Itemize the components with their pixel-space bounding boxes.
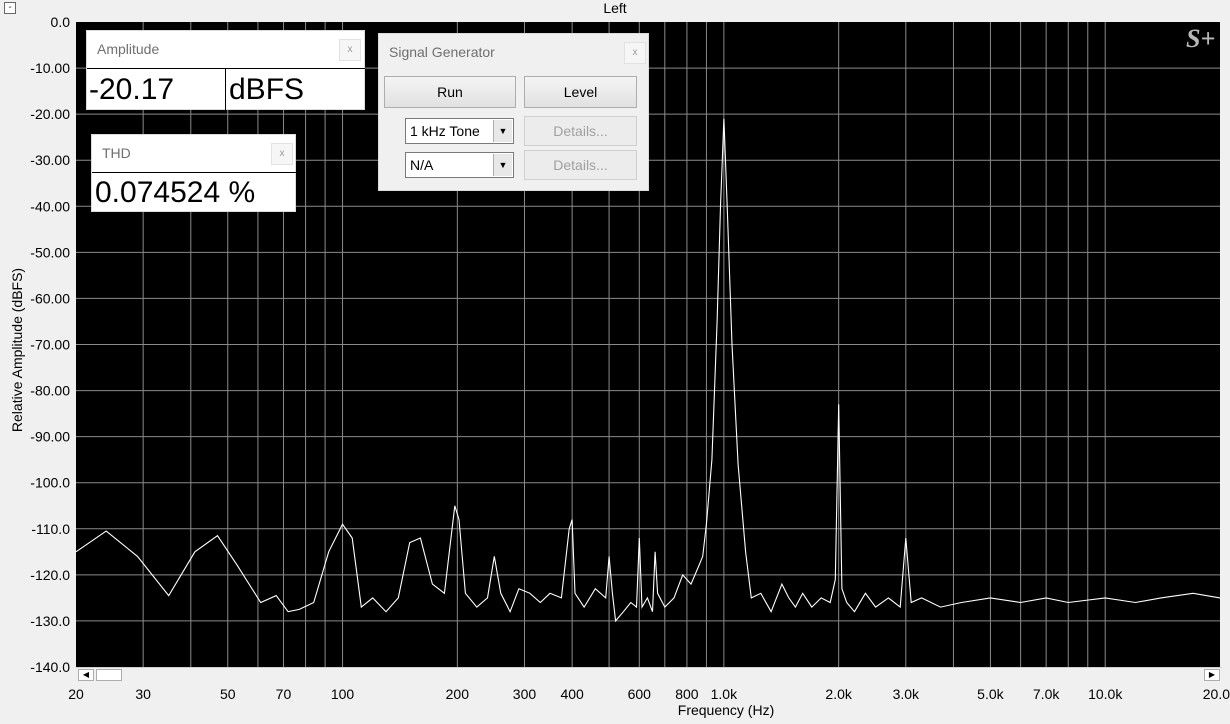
y-tick-label: -110.0 [31, 521, 70, 537]
x-tick-label: 200 [446, 686, 470, 702]
amplitude-value: -20.17 [87, 69, 226, 110]
y-axis-label: Relative Amplitude (dBFS) [9, 267, 25, 433]
y-tick-label: -20.00 [30, 106, 70, 122]
x-tick-label: 400 [560, 686, 584, 702]
x-tick-label: 5.0k [977, 686, 1004, 702]
scroll-left-icon[interactable]: ◀ [78, 669, 94, 681]
amplitude-readout: -20.17 dBFS [87, 68, 365, 110]
y-tick-label: -40.00 [30, 198, 70, 214]
x-tick-label: 300 [513, 686, 537, 702]
y-tick-label: -10.00 [30, 60, 70, 76]
x-tick-label: 70 [276, 686, 292, 702]
x-tick-label: 20 [68, 686, 84, 702]
y-tick-label: -60.00 [30, 290, 70, 306]
details-button-2[interactable]: Details... [524, 150, 637, 180]
tone-select[interactable]: 1 kHz Tone ▼ [405, 118, 514, 144]
signal-generator-title: Signal Generator [389, 44, 495, 60]
signal-generator-header: Signal Generator x [379, 34, 648, 70]
splus-logo: S+ [1186, 24, 1216, 53]
x-tick-label: 2.0k [825, 686, 852, 702]
y-tick-label: -30.00 [30, 152, 70, 168]
thd-panel-title: THD [102, 145, 131, 161]
x-tick-label: 30 [135, 686, 151, 702]
amplitude-panel-header: Amplitude x [87, 31, 364, 67]
x-tick-label: 20.0 [1203, 686, 1230, 702]
scroll-right-icon[interactable]: ▶ [1204, 669, 1220, 681]
thd-panel-header: THD x [92, 135, 295, 171]
level-button[interactable]: Level [524, 76, 637, 108]
x-tick-label: 3.0k [893, 686, 920, 702]
details-button-1[interactable]: Details... [524, 116, 637, 146]
signal-generator-panel: Signal Generator x Run Level 1 kHz Tone … [378, 33, 649, 191]
y-tick-label: -130.0 [30, 613, 70, 629]
y-tick-label: -70.00 [30, 337, 70, 353]
x-tick-label: 50 [220, 686, 236, 702]
second-select-value: N/A [410, 157, 434, 173]
x-tick-label: 1.0k [711, 686, 738, 702]
chevron-down-icon[interactable]: ▼ [493, 154, 512, 176]
second-select[interactable]: N/A ▼ [405, 152, 514, 178]
x-tick-label: 7.0k [1033, 686, 1060, 702]
x-axis-label: Frequency (Hz) [677, 702, 775, 718]
horizontal-scrollbar[interactable]: ◀ ▶ [76, 667, 1222, 681]
close-icon[interactable]: x [271, 143, 293, 165]
tone-select-value: 1 kHz Tone [410, 123, 480, 139]
amplitude-panel: Amplitude x -20.17 dBFS [86, 30, 365, 110]
amplitude-panel-title: Amplitude [97, 41, 160, 57]
x-tick-label: 800 [675, 686, 699, 702]
close-icon[interactable]: x [624, 42, 646, 64]
chevron-down-icon[interactable]: ▼ [493, 120, 512, 142]
close-icon[interactable]: x [339, 39, 361, 61]
y-tick-label: -80.00 [30, 383, 70, 399]
amplitude-unit: dBFS [229, 73, 305, 106]
y-tick-label: -140.0 [30, 659, 70, 675]
y-tick-label: -100.0 [30, 475, 70, 491]
run-button[interactable]: Run [384, 76, 516, 108]
y-tick-label: -120.0 [30, 567, 70, 583]
thd-panel: THD x 0.074524 % [91, 134, 296, 212]
y-tick-label: 0.0 [51, 14, 71, 30]
x-tick-label: 600 [628, 686, 652, 702]
thd-value: 0.074524 % [92, 172, 296, 212]
x-tick-label: 100 [331, 686, 355, 702]
y-tick-label: -90.00 [30, 429, 70, 445]
x-tick-label: 10.0k [1088, 686, 1123, 702]
scroll-thumb[interactable] [96, 669, 122, 681]
y-tick-label: -50.00 [30, 244, 70, 260]
